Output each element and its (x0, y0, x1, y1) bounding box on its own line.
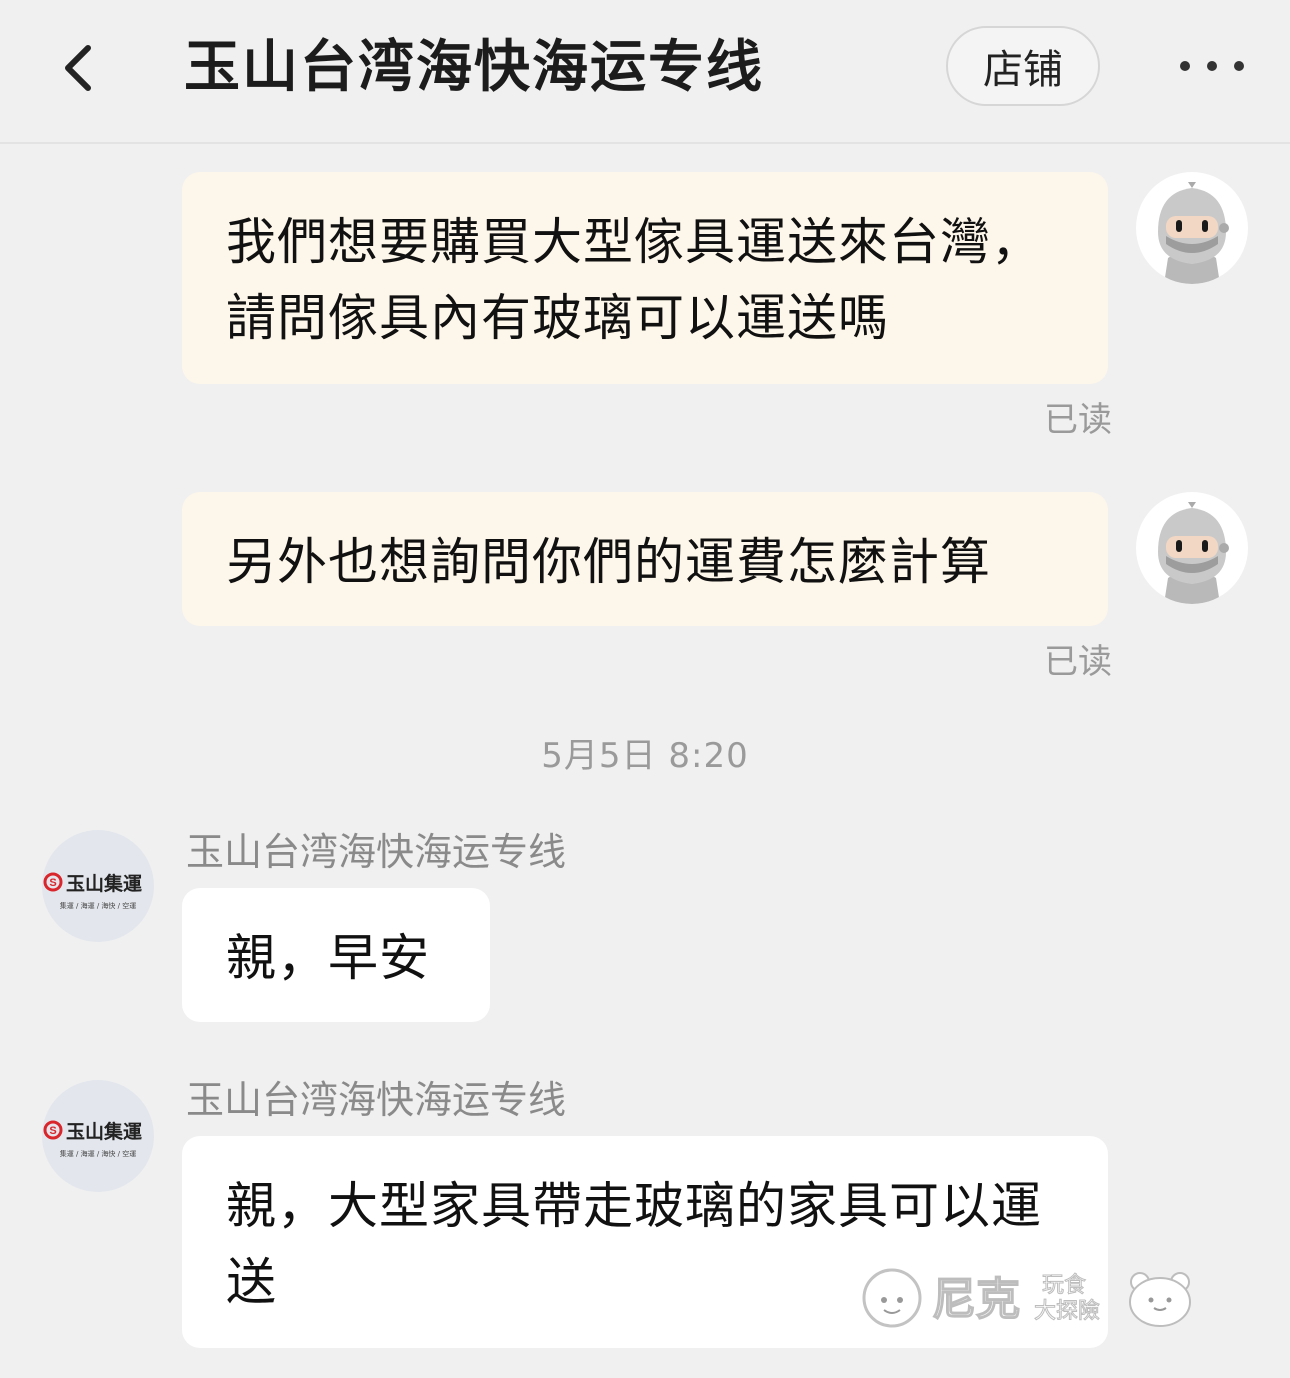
read-receipt: 已读 (1044, 400, 1112, 440)
message-bubble-outgoing[interactable]: 另外也想詢問你們的運費怎麼計算 (182, 492, 1108, 626)
message-bubble-incoming[interactable]: 親，早安 (182, 888, 490, 1022)
watermark-name: 尼克 (932, 1274, 1020, 1325)
back-button[interactable] (48, 30, 108, 106)
read-receipt: 已读 (1044, 642, 1112, 682)
shop-avatar[interactable]: S 玉山集運 集運 / 海運 / 海快 / 空運 (42, 1080, 154, 1192)
sender-name: 玉山台湾海快海运专线 (186, 1078, 567, 1122)
message-text: 另外也想詢問你們的運費怎麼計算 (226, 533, 991, 591)
more-dot-icon (1234, 61, 1244, 71)
message-timestamp: 5月5日 8:20 (541, 736, 749, 776)
more-options-button[interactable] (1180, 44, 1244, 88)
watermark-logo: 尼克 玩食 大探險 (862, 1268, 1191, 1328)
watermark-sub-top: 玩食 (1042, 1273, 1086, 1298)
user-avatar[interactable] (1136, 172, 1248, 284)
message-text: 我們想要購買大型傢具運送來台灣，請問傢具內有玻璃可以運送嗎 (226, 213, 1042, 347)
message-text: 親，早安 (226, 929, 430, 987)
chevron-left-icon (65, 45, 91, 91)
shop-logo: S 玉山集運 集運 / 海運 / 海快 / 空運 (42, 830, 154, 942)
shop-logo: S 玉山集運 集運 / 海運 / 海快 / 空運 (42, 1080, 154, 1192)
more-dot-icon (1180, 61, 1190, 71)
shop-button[interactable]: 店铺 (946, 26, 1100, 106)
shop-logo-brand: 玉山集運 (66, 1120, 142, 1143)
svg-text:S: S (49, 877, 56, 889)
watermark-sub-bottom: 大探險 (1034, 1299, 1100, 1324)
chat-header: 玉山台湾海快海运专线 店铺 (0, 0, 1290, 144)
sender-name: 玉山台湾海快海运专线 (186, 830, 567, 874)
shop-avatar[interactable]: S 玉山集運 集運 / 海運 / 海快 / 空運 (42, 830, 154, 942)
shop-logo-tagline: 集運 / 海運 / 海快 / 空運 (60, 1149, 136, 1158)
ninja-avatar-icon (1158, 182, 1229, 284)
shop-logo-tagline: 集運 / 海運 / 海快 / 空運 (60, 901, 136, 910)
user-avatar[interactable] (1136, 492, 1248, 604)
message-bubble-outgoing[interactable]: 我們想要購買大型傢具運送來台灣，請問傢具內有玻璃可以運送嗎 (182, 172, 1108, 384)
more-dot-icon (1207, 61, 1217, 71)
ninja-avatar-icon (1158, 502, 1229, 604)
svg-text:S: S (49, 1125, 56, 1137)
chat-title: 玉山台湾海快海运专线 (184, 35, 764, 100)
shop-logo-brand: 玉山集運 (66, 872, 142, 895)
